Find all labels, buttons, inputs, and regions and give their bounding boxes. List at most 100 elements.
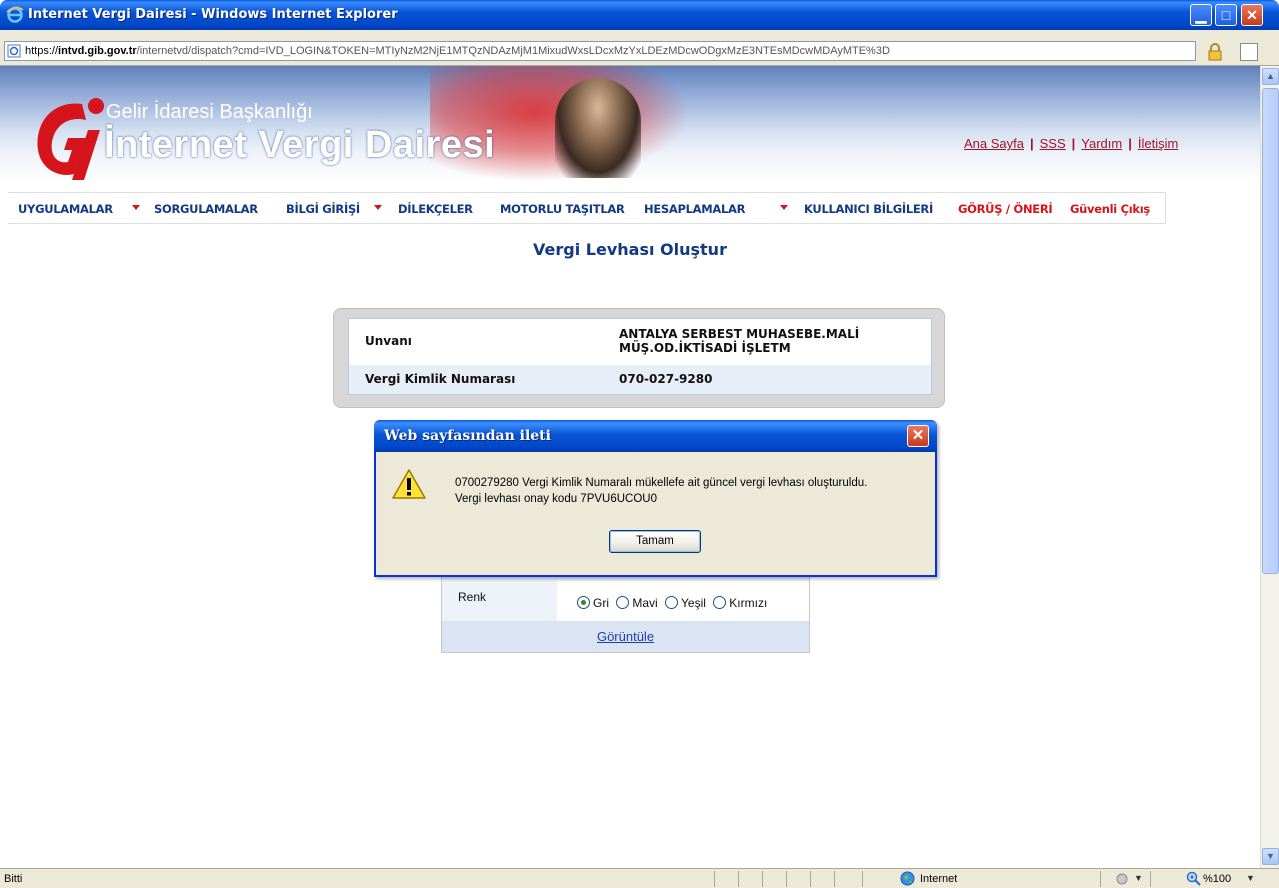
- url-scheme: https://: [25, 45, 59, 57]
- chevron-down-icon[interactable]: ▼: [1246, 873, 1255, 883]
- dropdown-caret-icon[interactable]: [780, 205, 788, 210]
- browser-window: Internet Vergi Dairesi - Windows Interne…: [0, 0, 1279, 888]
- link-separator: |: [1030, 136, 1034, 151]
- unvan-value-line2: MÜŞ.OD.İKTİSADİ İŞLETM: [619, 341, 791, 355]
- globe-icon: [900, 871, 915, 886]
- status-text: Bitti: [4, 873, 23, 885]
- renk-label: Renk: [458, 590, 487, 604]
- vertical-scrollbar[interactable]: ▲ ▼: [1260, 66, 1279, 868]
- protected-mode-icon[interactable]: [1115, 872, 1129, 886]
- zoom-level[interactable]: %100: [1203, 873, 1231, 885]
- renk-row: Renk Gri Mavi Yeşil Kırmızı: [442, 581, 809, 621]
- main-menu: UYGULAMALAR SORGULAMALAR BİLGİ GİRİŞİ Dİ…: [8, 192, 1166, 224]
- dialog-message-line2: Vergi levhası onay kodu 7PVU6UCOU0: [455, 493, 657, 505]
- menu-uygulamalar[interactable]: UYGULAMALAR: [18, 202, 113, 216]
- dialog-message-line1: 0700279280 Vergi Kimlik Numaralı mükelle…: [455, 477, 868, 489]
- chevron-down-icon[interactable]: ▼: [1134, 873, 1143, 883]
- window-title: Internet Vergi Dairesi - Windows Interne…: [28, 7, 398, 22]
- org-name: Gelir İdaresi Başkanlığı: [106, 101, 313, 123]
- radio-label-kirmizi[interactable]: Kırmızı: [729, 596, 767, 610]
- close-icon: ✕: [1246, 7, 1258, 23]
- radio-label-yesil[interactable]: Yeşil: [681, 596, 706, 610]
- dropdown-caret-icon[interactable]: [132, 205, 140, 210]
- status-pane-divider: [810, 871, 811, 887]
- scroll-thumb[interactable]: [1262, 88, 1279, 574]
- status-bar: Bitti Internet ▼ %100 ▼: [0, 868, 1279, 888]
- scroll-up-icon[interactable]: ▲: [1262, 68, 1279, 85]
- dialog-body: 0700279280 Vergi Kimlik Numaralı mükelle…: [376, 452, 935, 575]
- status-pane-divider: [786, 871, 787, 887]
- radio-kirmizi[interactable]: [713, 596, 727, 609]
- menu-dilekceler[interactable]: DİLEKÇELER: [398, 202, 473, 216]
- close-button[interactable]: ✕: [1241, 4, 1263, 26]
- dropdown-caret-icon[interactable]: [374, 205, 382, 210]
- security-zone[interactable]: Internet: [920, 873, 957, 885]
- page-title: Vergi Levhası Oluştur: [533, 240, 727, 259]
- internet-explorer-icon: [6, 6, 24, 23]
- certificate-icon[interactable]: [1240, 43, 1258, 61]
- taxpayer-info-panel: Unvanı ANTALYA SERBEST MUHASEBE.MALİ MÜŞ…: [333, 308, 945, 408]
- message-dialog: Web sayfasından ileti ✕ 0700279280 Vergi…: [374, 420, 937, 577]
- menu-sorgulamalar[interactable]: SORGULAMALAR: [154, 202, 258, 216]
- status-pane-divider: [862, 871, 863, 887]
- link-sss[interactable]: SSS: [1040, 136, 1066, 151]
- table-row: Vergi Kimlik Numarası 070-027-9280: [349, 365, 931, 394]
- warning-icon: [392, 469, 426, 499]
- status-pane-divider: [762, 871, 763, 887]
- radio-label-mavi[interactable]: Mavi: [632, 596, 657, 610]
- minimize-button[interactable]: ▁: [1190, 4, 1212, 26]
- address-bar-area: https://intvd.gib.gov.tr/internetvd/disp…: [0, 30, 1279, 66]
- status-pane-divider: [1100, 871, 1101, 887]
- url-path: /internetvd/dispatch?cmd=IVD_LOGIN&TOKEN…: [136, 45, 890, 57]
- status-pane-divider: [714, 871, 715, 887]
- portrait-image: [555, 78, 641, 178]
- view-row: Görüntüle: [442, 621, 809, 652]
- link-ana-sayfa[interactable]: Ana Sayfa: [964, 136, 1024, 151]
- status-pane-divider: [1150, 871, 1151, 887]
- minimize-icon: ▁: [1195, 7, 1207, 23]
- status-pane-divider: [834, 871, 835, 887]
- top-links: Ana Sayfa | SSS | Yardım | İletişim: [964, 136, 1178, 151]
- dialog-close-button[interactable]: ✕: [907, 425, 929, 447]
- url-host: intvd.gib.gov.tr: [58, 45, 137, 57]
- dialog-title-bar[interactable]: Web sayfasından ileti ✕: [374, 420, 937, 452]
- unvan-label: Unvanı: [365, 334, 412, 348]
- app-name: İnternet Vergi Dairesi: [104, 124, 496, 166]
- menu-gorus-oneri[interactable]: GÖRÜŞ / ÖNERİ: [958, 202, 1053, 216]
- taxpayer-info-table: Unvanı ANTALYA SERBEST MUHASEBE.MALİ MÜŞ…: [348, 318, 932, 395]
- page-icon: [7, 44, 21, 58]
- status-pane-divider: [738, 871, 739, 887]
- menu-motorlu-tasitlar[interactable]: MOTORLU TAŞITLAR: [500, 202, 625, 216]
- radio-yesil[interactable]: [665, 596, 679, 609]
- gib-logo-icon[interactable]: [30, 94, 106, 180]
- radio-gri[interactable]: [577, 596, 590, 609]
- link-yardim[interactable]: Yardım: [1081, 136, 1122, 151]
- table-row: Unvanı ANTALYA SERBEST MUHASEBE.MALİ MÜŞ…: [349, 319, 931, 365]
- menu-hesaplamalar[interactable]: HESAPLAMALAR: [644, 202, 745, 216]
- title-bar[interactable]: Internet Vergi Dairesi - Windows Interne…: [0, 0, 1279, 30]
- vkn-value: 070-027-9280: [619, 372, 713, 386]
- menu-guvenli-cikis[interactable]: Güvenli Çıkış: [1070, 202, 1150, 216]
- zoom-icon[interactable]: [1186, 871, 1201, 886]
- radio-label-gri[interactable]: Gri: [593, 596, 609, 610]
- link-separator: |: [1071, 136, 1076, 151]
- goruntule-link[interactable]: Görüntüle: [597, 629, 654, 644]
- link-iletisim[interactable]: İletişim: [1138, 136, 1178, 151]
- maximize-icon: □: [1221, 7, 1231, 23]
- ok-button[interactable]: Tamam: [609, 530, 701, 553]
- maximize-button[interactable]: □: [1215, 4, 1237, 26]
- color-radio-group: Gri Mavi Yeşil Kırmızı: [577, 596, 771, 610]
- link-separator: |: [1128, 136, 1132, 151]
- scroll-down-icon[interactable]: ▼: [1262, 848, 1279, 865]
- lock-icon[interactable]: [1206, 43, 1224, 61]
- close-icon: ✕: [911, 427, 925, 444]
- menu-kullanici-bilgileri[interactable]: KULLANICI BİLGİLERİ: [804, 202, 933, 216]
- radio-mavi[interactable]: [616, 596, 630, 609]
- address-field[interactable]: https://intvd.gib.gov.tr/internetvd/disp…: [4, 41, 1196, 61]
- address-url: https://intvd.gib.gov.tr/internetvd/disp…: [25, 45, 890, 57]
- site-header: Gelir İdaresi Başkanlığı İnternet Vergi …: [0, 66, 1260, 182]
- dialog-title: Web sayfasından ileti: [384, 428, 551, 444]
- menu-bilgi-girisi[interactable]: BİLGİ GİRİŞİ: [286, 202, 360, 216]
- unvan-value-line1: ANTALYA SERBEST MUHASEBE.MALİ: [619, 327, 860, 341]
- renk-label-cell: Renk: [442, 581, 557, 621]
